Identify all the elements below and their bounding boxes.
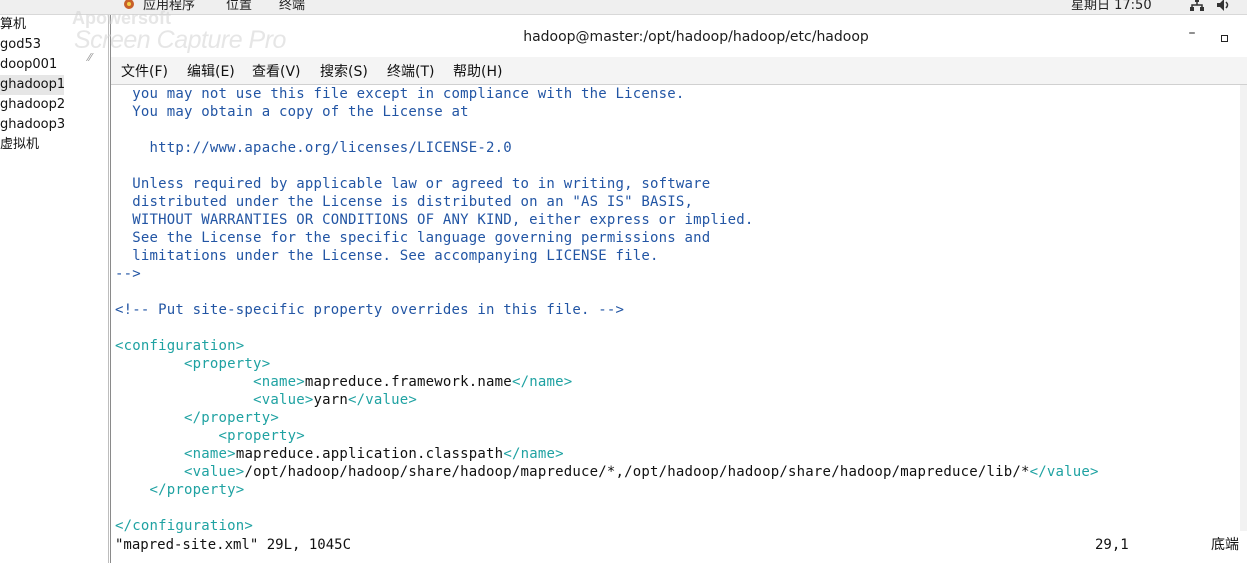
editor-line[interactable]: Unless required by applicable law or agr… [115, 175, 710, 193]
editor-line[interactable]: <value>/opt/hadoop/hadoop/share/hadoop/m… [115, 463, 1099, 481]
status-file-info: "mapred-site.xml" 29L, 1045C [115, 537, 352, 553]
editor-line[interactable]: See the License for the specific languag… [115, 229, 710, 247]
window-titlebar[interactable]: hadoop@master:/opt/hadoop/hadoop/etc/had… [111, 15, 1247, 57]
vm-item[interactable]: 虚拟机 [0, 135, 108, 155]
system-top-bar: 应用程序 位置 终端 星期日 17:50 [0, 0, 1247, 15]
editor-line[interactable]: <property> [115, 427, 305, 445]
editor-line[interactable]: --> [115, 265, 141, 283]
vm-item[interactable]: ghadoop3 [0, 115, 108, 135]
minimize-button[interactable]: – [1183, 25, 1201, 45]
menu-help[interactable]: 帮助(H) [453, 61, 502, 81]
editor-line[interactable]: <!-- Put site-specific property override… [115, 301, 624, 319]
menu-bar: 文件(F) 编辑(E) 查看(V) 搜索(S) 终端(T) 帮助(H) [111, 57, 1247, 85]
editor-line[interactable]: distributed under the License is distrib… [115, 193, 693, 211]
panel-resize-icon[interactable]: ⁄⁄ [88, 51, 92, 64]
status-scroll-position: 底端 [1211, 537, 1239, 553]
menu-file[interactable]: 文件(F) [121, 61, 168, 81]
places-menu[interactable]: 位置 [226, 0, 252, 14]
clock[interactable]: 星期日 17:50 [1071, 0, 1152, 14]
window-title: hadoop@master:/opt/hadoop/hadoop/etc/had… [523, 29, 869, 45]
applications-icon[interactable] [122, 0, 136, 11]
editor-content[interactable]: you may not use this file except in comp… [115, 85, 1240, 555]
editor-line[interactable]: <configuration> [115, 337, 244, 355]
editor-line[interactable]: <name>mapreduce.application.classpath</n… [115, 445, 564, 463]
vm-item[interactable]: ghadoop2 [0, 95, 108, 115]
volume-icon[interactable] [1216, 0, 1232, 12]
menu-terminal[interactable]: 终端(T) [387, 61, 434, 81]
editor-line[interactable]: you may not use this file except in comp… [115, 85, 685, 103]
network-icon[interactable] [1189, 0, 1205, 12]
vm-list-panel: 算机 god53 doop001 ghadoop1 ghadoop2 ghado… [0, 15, 109, 563]
editor-line[interactable]: limitations under the License. See accom… [115, 247, 659, 265]
editor-line[interactable]: <property> [115, 355, 270, 373]
vm-item-selected[interactable]: ghadoop1 [0, 75, 64, 95]
menu-view[interactable]: 查看(V) [252, 61, 301, 81]
vim-status-line: "mapred-site.xml" 29L, 1045C 29,1 底端 [115, 536, 1245, 554]
scrollbar[interactable] [1240, 85, 1247, 531]
editor-line[interactable]: </configuration> [115, 517, 253, 535]
editor-line[interactable]: You may obtain a copy of the License at [115, 103, 469, 121]
vm-item[interactable]: 算机 [0, 15, 108, 35]
editor-line[interactable]: </property> [115, 481, 245, 499]
editor-line[interactable]: http://www.apache.org/licenses/LICENSE-2… [115, 139, 512, 157]
menu-search[interactable]: 搜索(S) [320, 61, 368, 81]
menu-edit[interactable]: 编辑(E) [187, 61, 235, 81]
editor-line[interactable]: WITHOUT WARRANTIES OR CONDITIONS OF ANY … [115, 211, 754, 229]
terminal-app-menu[interactable]: 终端 [279, 0, 305, 14]
editor-line[interactable]: </property> [115, 409, 279, 427]
maximize-button[interactable] [1217, 27, 1231, 43]
editor-line[interactable]: <value>yarn</value> [115, 391, 417, 409]
applications-menu[interactable]: 应用程序 [143, 0, 195, 14]
editor-line[interactable]: <name>mapreduce.framework.name</name> [115, 373, 572, 391]
terminal-window: hadoop@master:/opt/hadoop/hadoop/etc/had… [110, 15, 1247, 563]
maximize-icon [1220, 35, 1228, 42]
status-cursor-position: 29,1 [1095, 537, 1129, 553]
